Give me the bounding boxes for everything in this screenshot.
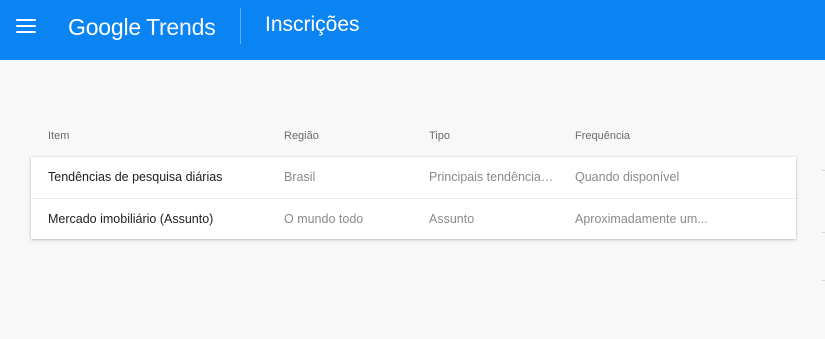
column-header-type: Tipo [429,130,450,142]
menu-icon-bar [16,19,36,21]
table-row[interactable]: Tendências de pesquisa diárias Brasil Pr… [31,157,796,198]
row-region: O mundo todo [284,212,364,226]
menu-icon-bar [16,31,36,33]
subscriptions-table: Tendências de pesquisa diárias Brasil Pr… [31,157,796,239]
logo-product: Trends [145,14,216,40]
app-header: Google Trends Inscrições [0,0,825,60]
row-frequency: Aproximadamente um... [575,212,708,226]
row-type: Principais tendências ... [429,170,559,184]
row-frequency: Quando disponível [575,170,680,184]
row-region: Brasil [284,170,316,184]
menu-icon[interactable] [16,17,36,35]
row-item: Tendências de pesquisa diárias [48,170,223,184]
logo-brand: Google [68,14,141,40]
table-row[interactable]: Mercado imobiliário (Assunto) O mundo to… [31,198,796,240]
google-trends-logo[interactable]: Google Trends [68,13,216,41]
column-header-item: Item [48,130,70,142]
header-divider [240,8,241,44]
column-header-region: Região [284,130,319,142]
column-header-frequency: Frequência [575,130,631,142]
row-type: Assunto [429,212,475,226]
menu-icon-bar [16,25,36,27]
page-title: Inscrições [265,13,360,36]
row-item: Mercado imobiliário (Assunto) [48,212,214,226]
